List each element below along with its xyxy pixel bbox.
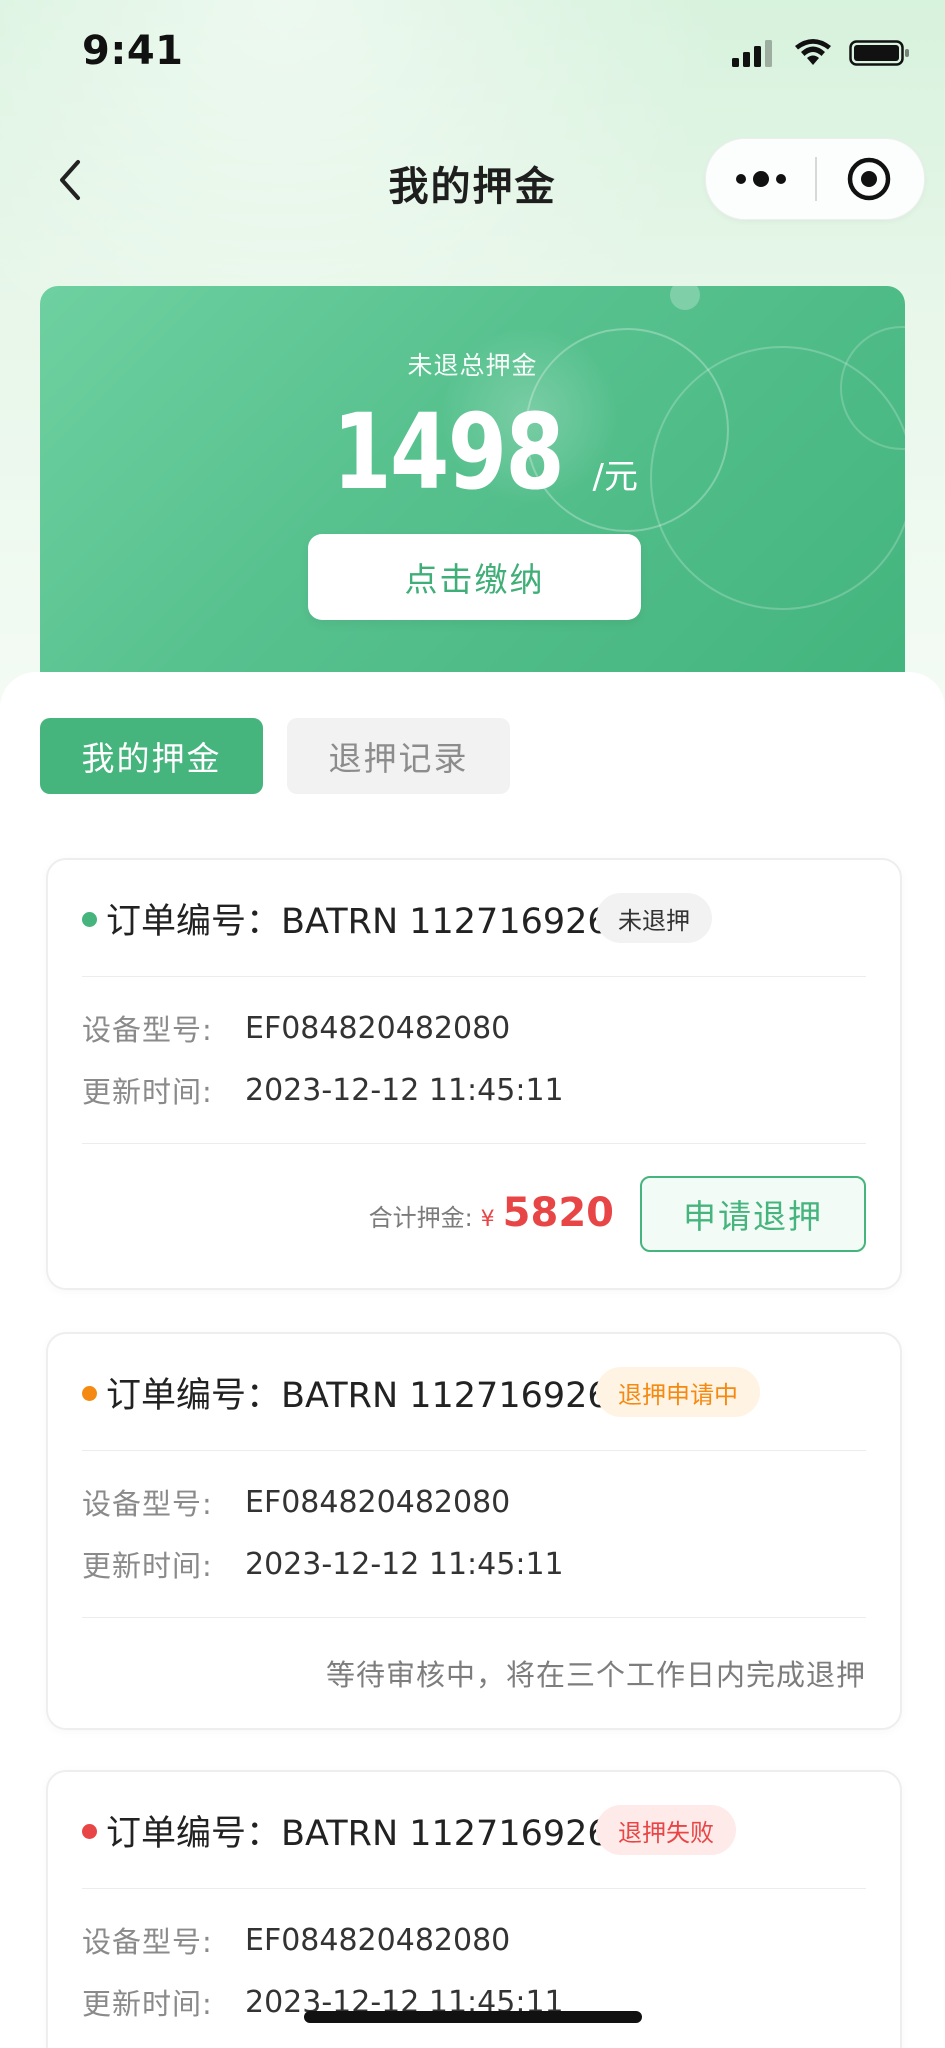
order-card-header: 订单编号：BATRN 112716926 退押失败 bbox=[82, 1772, 866, 1889]
deposit-screen: 9:41 我的押金 未退总押金 1498 /元 点击缴纳 我的押金 退押记录 订… bbox=[0, 0, 945, 2048]
status-icons bbox=[731, 38, 911, 68]
battery-icon bbox=[849, 40, 909, 66]
apply-refund-button[interactable]: 申请退押 bbox=[640, 1176, 866, 1252]
more-button[interactable] bbox=[726, 149, 796, 209]
device-value: EF084820482080 bbox=[245, 1484, 511, 1520]
order-card: 订单编号：BATRN 112716926 未退押 设备型号: EF0848204… bbox=[46, 858, 902, 1290]
device-label: 设备型号: bbox=[82, 1925, 213, 1959]
device-label: 设备型号: bbox=[82, 1487, 213, 1521]
pay-deposit-button[interactable]: 点击缴纳 bbox=[308, 534, 641, 620]
status-dot bbox=[82, 1386, 97, 1401]
tab-my-deposit[interactable]: 我的押金 bbox=[40, 718, 263, 794]
order-card-footer: 等待审核中，将在三个工作日内完成退押 bbox=[82, 1618, 866, 1728]
device-row: 设备型号: EF084820482080 bbox=[82, 1471, 866, 1533]
order-number-value: BATRN 112716926 bbox=[281, 902, 610, 942]
more-icon bbox=[736, 171, 786, 187]
order-card-body: 设备型号: EF084820482080 更新时间: 2023-12-12 11… bbox=[82, 977, 866, 1144]
status-badge: 退押申请中 bbox=[596, 1367, 760, 1417]
status-time: 9:41 bbox=[82, 28, 184, 74]
capsule-divider bbox=[815, 157, 817, 201]
update-time-row: 更新时间: 2023-12-12 11:45:11 bbox=[82, 1059, 866, 1121]
device-row: 设备型号: EF084820482080 bbox=[82, 1909, 866, 1971]
total-label: 合计押金: bbox=[368, 1204, 473, 1232]
update-time-value: 2023-12-12 11:45:11 bbox=[245, 1072, 564, 1108]
tab-refund-records[interactable]: 退押记录 bbox=[287, 718, 510, 794]
status-badge: 退押失败 bbox=[596, 1805, 736, 1855]
total-amount: 5820 bbox=[502, 1190, 614, 1236]
update-time-label: 更新时间: bbox=[82, 1075, 213, 1109]
order-number: 订单编号：BATRN 112716926 bbox=[106, 1367, 610, 1418]
total-deposit-summary: 合计押金: ¥ 5820 bbox=[369, 1190, 614, 1236]
status-bar: 9:41 bbox=[0, 0, 945, 110]
signal-icon bbox=[732, 40, 772, 67]
status-dot bbox=[82, 1824, 97, 1839]
order-number-label: 订单编号： bbox=[106, 1814, 282, 1854]
order-card-footer: 合计押金: ¥ 5820 申请退押 bbox=[82, 1144, 866, 1288]
deposit-summary-card: 未退总押金 1498 /元 点击缴纳 bbox=[40, 286, 905, 706]
order-card-body: 设备型号: EF084820482080 更新时间: 2023-12-12 11… bbox=[82, 1451, 866, 1618]
order-card-body: 设备型号: EF084820482080 更新时间: 2023-12-12 11… bbox=[82, 1889, 866, 2048]
order-number: 订单编号：BATRN 112716926 bbox=[106, 893, 610, 944]
order-number: 订单编号：BATRN 112716926 bbox=[106, 1805, 610, 1856]
status-dot bbox=[82, 912, 97, 927]
total-deposit-unit: /元 bbox=[592, 457, 638, 497]
update-time-value: 2023-12-12 11:45:11 bbox=[245, 1546, 564, 1582]
order-number-label: 订单编号： bbox=[106, 1376, 282, 1416]
mini-program-capsule bbox=[705, 138, 925, 220]
close-button[interactable] bbox=[834, 149, 904, 209]
nav-bar: 我的押金 bbox=[0, 130, 945, 230]
device-value: EF084820482080 bbox=[245, 1922, 511, 1958]
currency-symbol: ¥ bbox=[480, 1207, 495, 1232]
update-time-label: 更新时间: bbox=[82, 1987, 213, 2021]
device-value: EF084820482080 bbox=[245, 1010, 511, 1046]
order-number-value: BATRN 112716926 bbox=[281, 1376, 610, 1416]
review-status-note: 等待审核中，将在三个工作日内完成退押 bbox=[325, 1658, 866, 1692]
close-icon bbox=[847, 157, 891, 201]
update-time-label: 更新时间: bbox=[82, 1549, 213, 1583]
total-deposit-label: 未退总押金 bbox=[407, 351, 538, 380]
order-number-label: 订单编号： bbox=[106, 902, 282, 942]
tab-bar: 我的押金 退押记录 bbox=[40, 718, 510, 794]
update-time-row: 更新时间: 2023-12-12 11:45:11 bbox=[82, 1971, 866, 2033]
home-indicator bbox=[304, 2011, 642, 2023]
wifi-icon bbox=[795, 39, 831, 65]
content-sheet: 我的押金 退押记录 订单编号：BATRN 112716926 未退押 设备型号:… bbox=[0, 672, 945, 2048]
total-deposit-amount: 1498 bbox=[332, 391, 564, 513]
decor-dot bbox=[670, 286, 700, 310]
update-time-row: 更新时间: 2023-12-12 11:45:11 bbox=[82, 1533, 866, 1595]
total-deposit-row: 1498 /元 bbox=[40, 391, 905, 513]
order-card-header: 订单编号：BATRN 112716926 退押申请中 bbox=[82, 1334, 866, 1451]
order-card-header: 订单编号：BATRN 112716926 未退押 bbox=[82, 860, 866, 977]
order-number-value: BATRN 112716926 bbox=[281, 1814, 610, 1854]
device-label: 设备型号: bbox=[82, 1013, 213, 1047]
device-row: 设备型号: EF084820482080 bbox=[82, 997, 866, 1059]
order-card: 订单编号：BATRN 112716926 退押失败 设备型号: EF084820… bbox=[46, 1770, 902, 2048]
status-badge: 未退押 bbox=[596, 893, 712, 943]
order-card: 订单编号：BATRN 112716926 退押申请中 设备型号: EF08482… bbox=[46, 1332, 902, 1730]
